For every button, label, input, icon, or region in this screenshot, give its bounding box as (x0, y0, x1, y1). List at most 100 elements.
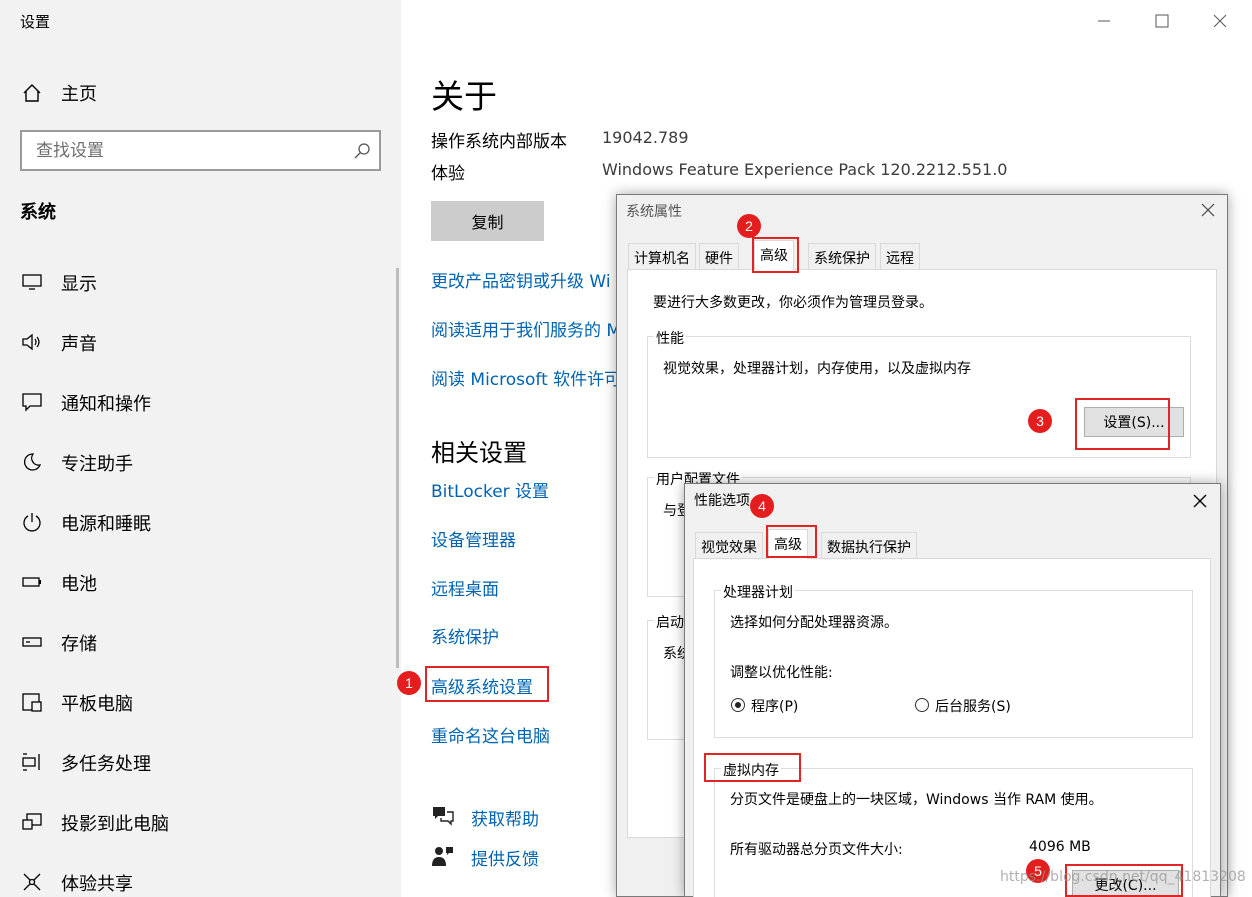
processor-scheduling-description: 选择如何分配处理器资源。 (730, 615, 898, 631)
multitask-icon (22, 753, 40, 771)
feedback-icon (432, 847, 453, 866)
highlight-advanced-tab (752, 237, 799, 273)
processor-scheduling-group: 选择如何分配处理器资源。 调整以优化性能: 程序(P) 后台服务(S) (714, 590, 1193, 738)
copy-button[interactable]: 复制 (431, 201, 544, 241)
performance-group-title: 性能 (654, 328, 686, 348)
sidebar-item-shared-experiences[interactable]: 体验共享 (0, 860, 399, 897)
sidebar-item-sound[interactable]: 声音 (0, 320, 399, 364)
step-badge: 4 (750, 494, 774, 518)
sidebar-item-tablet[interactable]: 平板电脑 (0, 680, 399, 724)
highlight-settings-button (1075, 398, 1170, 450)
virtual-memory-description: 分页文件是硬盘上的一块区域，Windows 当作 RAM 使用。 (730, 792, 1103, 808)
tab-visual-effects[interactable]: 视觉效果 (695, 532, 763, 558)
radio-programs[interactable] (731, 698, 745, 712)
step-badge: 2 (737, 214, 761, 238)
speaker-icon (22, 333, 40, 351)
sidebar-item-power[interactable]: 电源和睡眠 (0, 500, 399, 544)
step-badge: 1 (397, 671, 421, 695)
search-input[interactable] (36, 140, 336, 162)
notification-icon (22, 393, 42, 412)
paging-total-value: 4096 MB (1029, 839, 1091, 855)
sidebar-item-label: 电池 (61, 574, 97, 595)
link-device-manager[interactable]: 设备管理器 (431, 526, 516, 551)
nav-home-label: 主页 (61, 84, 97, 105)
sidebar-item-label: 体验共享 (61, 874, 133, 895)
search-box[interactable] (20, 130, 381, 171)
link-services-agreement[interactable]: 阅读适用于我们服务的 M (431, 316, 621, 341)
sidebar-item-storage[interactable]: 存储 (0, 620, 399, 664)
sidebar-item-label: 电源和睡眠 (61, 514, 151, 535)
sidebar-scrollbar[interactable] (396, 268, 399, 668)
performance-options-dialog: 性能选项 视觉效果 数据执行保护 选择如何分配处理器资源。 调整以优化性能: 程… (684, 483, 1221, 897)
related-settings-heading: 相关设置 (431, 439, 527, 467)
tablet-icon (22, 693, 42, 712)
window-controls (1072, 0, 1252, 42)
sidebar-item-label: 多任务处理 (61, 754, 151, 775)
link-system-protection[interactable]: 系统保护 (431, 623, 499, 648)
moon-icon (24, 453, 42, 471)
maximize-icon[interactable] (1148, 8, 1176, 34)
os-build-value: 19042.789 (602, 128, 689, 147)
app-title: 设置 (20, 13, 51, 31)
sidebar-item-label: 平板电脑 (61, 694, 133, 715)
sidebar-item-focus[interactable]: 专注助手 (0, 440, 399, 484)
sidebar-item-project[interactable]: 投影到此电脑 (0, 800, 399, 844)
tab-panel-advanced: 选择如何分配处理器资源。 调整以优化性能: 程序(P) 后台服务(S) 处理器计… (693, 558, 1211, 897)
sidebar-item-battery[interactable]: 电池 (0, 560, 399, 604)
tab-hardware[interactable]: 硬件 (699, 243, 739, 269)
monitor-icon (22, 274, 42, 290)
admin-note: 要进行大多数更改，你必须作为管理员登录。 (653, 295, 933, 311)
help-chat-icon (433, 807, 454, 826)
step-badge: 3 (1028, 409, 1052, 433)
feedback-label[interactable]: 提供反馈 (471, 845, 539, 870)
section-heading: 系统 (20, 202, 56, 223)
link-remote-desktop[interactable]: 远程桌面 (431, 575, 499, 600)
performance-description: 视觉效果，处理器计划，内存使用，以及虚拟内存 (663, 361, 971, 377)
close-icon[interactable] (1189, 490, 1211, 512)
sidebar-item-label: 专注助手 (61, 454, 133, 475)
link-bitlocker[interactable]: BitLocker 设置 (431, 477, 549, 502)
tab-computer-name[interactable]: 计算机名 (628, 243, 696, 269)
search-icon[interactable] (353, 142, 371, 160)
close-icon[interactable] (1197, 199, 1219, 221)
experience-value: Windows Feature Experience Pack 120.2212… (602, 160, 1008, 179)
paging-total-label: 所有驱动器总分页文件大小: (730, 842, 903, 858)
highlight-advanced-system-settings (425, 666, 549, 702)
sidebar-item-label: 投影到此电脑 (61, 814, 169, 835)
link-rename-pc[interactable]: 重命名这台电脑 (431, 722, 550, 747)
tab-system-protection[interactable]: 系统保护 (808, 243, 876, 269)
tab-remote[interactable]: 远程 (880, 243, 920, 269)
sidebar-item-notifications[interactable]: 通知和操作 (0, 380, 399, 424)
link-license-terms[interactable]: 阅读 Microsoft 软件许可 (431, 365, 621, 390)
watermark: https://blog.csdn.net/qq_41813208 (1000, 869, 1246, 885)
highlight-virtual-memory (704, 753, 801, 782)
radio-background-services-label[interactable]: 后台服务(S) (935, 696, 1011, 716)
sidebar-item-label: 声音 (61, 334, 97, 355)
sidebar-item-label: 存储 (61, 634, 97, 655)
dialog-title: 系统属性 (626, 204, 682, 220)
startup-recovery-group-title: 启动 (654, 612, 686, 632)
battery-icon (22, 577, 41, 587)
power-icon (23, 513, 41, 532)
sidebar-item-multitasking[interactable]: 多任务处理 (0, 740, 399, 784)
link-change-product-key[interactable]: 更改产品密钥或升级 Wi (431, 267, 611, 292)
sidebar-item-label: 显示 (61, 274, 97, 295)
share-icon (23, 873, 41, 891)
sidebar: 设置 主页 系统 显示 声音 通知和操作 专注助手 电源和睡眠 电池 存储 平板… (0, 0, 401, 897)
get-help-label[interactable]: 获取帮助 (471, 805, 539, 830)
processor-scheduling-title: 处理器计划 (721, 582, 795, 602)
home-icon (23, 84, 41, 102)
storage-icon (22, 637, 42, 647)
project-icon (22, 813, 42, 830)
os-build-label: 操作系统内部版本 (431, 132, 567, 152)
sidebar-item-display[interactable]: 显示 (0, 260, 399, 304)
adjust-label: 调整以优化性能: (730, 665, 833, 681)
dialog-title: 性能选项 (694, 493, 750, 509)
close-icon[interactable] (1206, 8, 1234, 34)
radio-background-services[interactable] (915, 698, 929, 712)
highlight-advanced-tab (766, 525, 817, 558)
radio-programs-label[interactable]: 程序(P) (751, 696, 798, 716)
minimize-icon[interactable] (1090, 8, 1118, 34)
tab-dep[interactable]: 数据执行保护 (821, 532, 917, 558)
experience-label: 体验 (431, 164, 465, 184)
